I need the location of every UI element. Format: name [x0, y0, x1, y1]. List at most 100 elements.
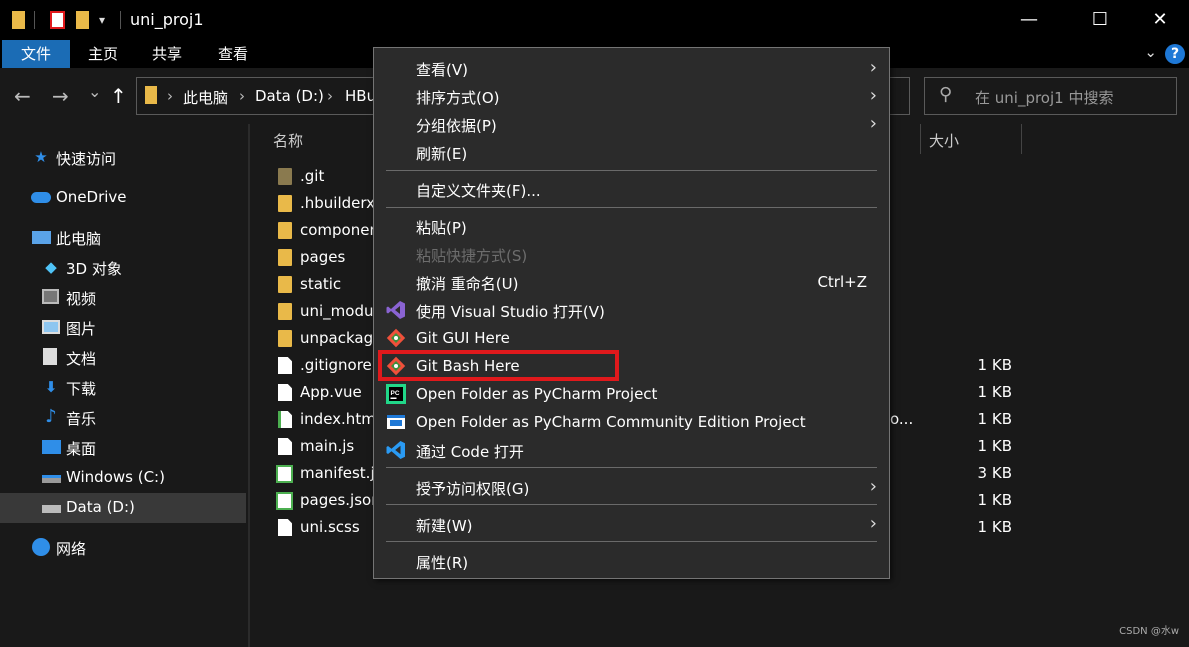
- pycharm-ce-icon: [386, 412, 406, 432]
- tab-home[interactable]: 主页: [80, 40, 126, 68]
- menu-separator: [386, 207, 877, 208]
- menu-item-open-pycharm[interactable]: PC Open Folder as PyCharm Project: [374, 380, 889, 408]
- folder-icon: [278, 330, 292, 347]
- column-header-size[interactable]: 大小: [929, 130, 959, 151]
- sidebar-item-documents[interactable]: 文档: [0, 343, 246, 373]
- menu-item-group-by[interactable]: 分组依据(P) ›: [374, 110, 889, 138]
- customize-quick-access-icon[interactable]: ▾: [99, 13, 105, 31]
- column-divider[interactable]: [920, 124, 921, 154]
- menu-item-properties[interactable]: 属性(R): [374, 547, 889, 575]
- menu-item-open-visual-studio[interactable]: 使用 Visual Studio 打开(V): [374, 296, 889, 324]
- file-name: static: [300, 275, 342, 293]
- tab-share[interactable]: 共享: [144, 40, 190, 68]
- picture-icon: [42, 320, 60, 334]
- chevron-down-icon[interactable]: ⌄: [1144, 43, 1157, 61]
- menu-item-label: 属性(R): [416, 554, 469, 572]
- sidebar-item-music[interactable]: ♪ 音乐: [0, 403, 246, 433]
- tab-file[interactable]: 文件: [2, 40, 70, 68]
- tab-view[interactable]: 查看: [210, 40, 256, 68]
- maximize-button[interactable]: ☐: [1077, 0, 1123, 40]
- sidebar-item-quick-access[interactable]: ★ 快速访问: [0, 143, 246, 173]
- sidebar-item-data-d[interactable]: Data (D:): [0, 493, 246, 523]
- visual-studio-icon: [386, 300, 406, 320]
- sidebar-item-downloads[interactable]: ⬇ 下载: [0, 373, 246, 403]
- divider: [34, 11, 35, 29]
- back-button[interactable]: ←: [14, 84, 31, 108]
- window-title: uni_proj1: [130, 10, 204, 29]
- sidebar-item-label: Data (D:): [66, 498, 135, 516]
- file-size: 1 KB: [977, 437, 1012, 455]
- menu-item-new[interactable]: 新建(W) ›: [374, 510, 889, 538]
- menu-item-open-with-code[interactable]: 通过 Code 打开: [374, 436, 889, 464]
- sidebar-item-network[interactable]: 网络: [0, 533, 246, 563]
- search-input[interactable]: 在 uni_proj1 中搜索: [975, 87, 1113, 108]
- search-box[interactable]: ⚲ 在 uni_proj1 中搜索: [924, 77, 1177, 115]
- folder-icon: [278, 195, 292, 212]
- git-icon: [386, 328, 406, 348]
- file-size: 1 KB: [977, 356, 1012, 374]
- menu-item-open-pycharm-ce[interactable]: Open Folder as PyCharm Community Edition…: [374, 408, 889, 436]
- minimize-button[interactable]: —: [1006, 0, 1052, 40]
- menu-item-git-gui-here[interactable]: Git GUI Here: [374, 324, 889, 352]
- file-name: uni.scss: [300, 518, 360, 536]
- menu-separator: [386, 504, 877, 505]
- menu-item-label: 分组依据(P): [416, 117, 497, 135]
- sidebar-item-desktop[interactable]: 桌面: [0, 433, 246, 463]
- menu-item-sort-by[interactable]: 排序方式(O) ›: [374, 82, 889, 110]
- menu-item-refresh[interactable]: 刷新(E): [374, 138, 889, 166]
- sidebar-item-pictures[interactable]: 图片: [0, 313, 246, 343]
- properties-icon[interactable]: [50, 11, 65, 29]
- chevron-right-icon: ›: [869, 476, 877, 497]
- sidebar-item-label: 网络: [56, 540, 87, 558]
- menu-item-paste-shortcut: 粘贴快捷方式(S): [374, 240, 889, 268]
- sidebar-item-videos[interactable]: 视频: [0, 283, 246, 313]
- folder-icon: [278, 276, 292, 293]
- new-folder-icon[interactable]: [76, 11, 89, 29]
- network-icon: [32, 538, 50, 556]
- file-name: unpackage: [300, 329, 383, 347]
- close-button[interactable]: ✕: [1137, 0, 1183, 40]
- chevron-right-icon: ›: [869, 113, 877, 134]
- help-icon[interactable]: ?: [1165, 44, 1185, 64]
- context-menu: 查看(V) › 排序方式(O) › 分组依据(P) › 刷新(E) 自定义文件夹…: [373, 47, 890, 579]
- cloud-icon: [31, 192, 51, 203]
- sidebar-item-3d-objects[interactable]: ◆ 3D 对象: [0, 253, 246, 283]
- up-button[interactable]: ↑: [110, 84, 127, 108]
- file-icon: [278, 357, 292, 374]
- sidebar-item-label: 快速访问: [56, 150, 117, 168]
- menu-separator: [386, 467, 877, 468]
- menu-item-label: Git GUI Here: [416, 329, 510, 347]
- folder-icon: [278, 303, 292, 320]
- menu-item-give-access[interactable]: 授予访问权限(G) ›: [374, 473, 889, 501]
- svg-text:PC: PC: [391, 390, 400, 397]
- menu-item-undo-rename[interactable]: 撤消 重命名(U) Ctrl+Z: [374, 268, 889, 296]
- sidebar-item-label: OneDrive: [56, 188, 127, 206]
- sidebar-item-onedrive[interactable]: OneDrive: [0, 183, 246, 213]
- menu-item-label: 新建(W): [416, 517, 473, 535]
- menu-item-paste[interactable]: 粘贴(P): [374, 212, 889, 240]
- file-size: 1 KB: [977, 410, 1012, 428]
- breadcrumb-hbuilder[interactable]: HBu: [345, 87, 376, 105]
- sidebar-item-label: 视频: [66, 290, 97, 308]
- menu-item-label: 刷新(E): [416, 145, 468, 163]
- breadcrumb-this-pc[interactable]: 此电脑: [183, 87, 228, 108]
- sidebar-item-this-pc[interactable]: 此电脑: [0, 223, 246, 253]
- vscode-icon: [386, 440, 406, 460]
- sidebar-item-label: 文档: [66, 350, 97, 368]
- recent-locations-button[interactable]: ⌄: [88, 82, 101, 101]
- file-name: index.htm: [300, 410, 376, 428]
- column-divider[interactable]: [1021, 124, 1022, 154]
- drive-icon: [42, 475, 61, 483]
- menu-item-customize-folder[interactable]: 自定义文件夹(F)...: [374, 175, 889, 203]
- menu-item-view[interactable]: 查看(V) ›: [374, 54, 889, 82]
- cube-icon: ◆: [45, 258, 57, 276]
- sidebar-item-label: 3D 对象: [66, 260, 122, 278]
- column-header-name[interactable]: 名称: [273, 130, 303, 151]
- title-bar: ▾ uni_proj1 — ☐ ✕: [0, 0, 1189, 40]
- sidebar-item-windows-c[interactable]: Windows (C:): [0, 463, 246, 493]
- file-icon: [278, 519, 292, 536]
- menu-item-label: 通过 Code 打开: [416, 443, 524, 461]
- forward-button[interactable]: →: [52, 84, 69, 108]
- file-type: o...: [890, 410, 914, 428]
- breadcrumb-data-d[interactable]: Data (D:): [255, 87, 324, 105]
